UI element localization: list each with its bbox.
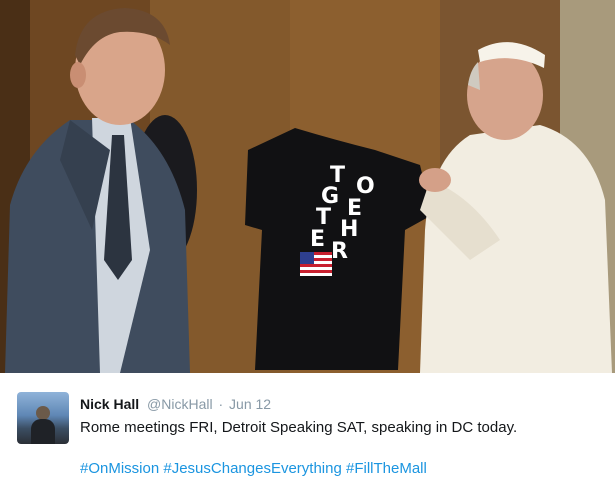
tweet-card: T O G E T H E R Nick Hall @NickHall · Ju… (0, 0, 615, 485)
tshirt-letter: R (331, 239, 348, 264)
tshirt-letter: E (310, 227, 325, 252)
pope-head (467, 50, 543, 140)
avatar-body (31, 419, 55, 444)
hashtag-link[interactable]: #JesusChangesEverything (163, 460, 341, 477)
separator-dot: · (218, 396, 224, 412)
tweet-text: Rome meetings FRI, Detroit Speaking SAT,… (80, 419, 518, 436)
avatar-head (36, 406, 50, 420)
author-name[interactable]: Nick Hall (80, 396, 139, 412)
tweet-date[interactable]: Jun 12 (229, 396, 271, 412)
hashtag-link[interactable]: #OnMission (80, 460, 159, 477)
author-handle[interactable]: @NickHall (147, 396, 213, 412)
tweet-body: Nick Hall @NickHall · Jun 12 Rome meetin… (0, 373, 615, 485)
us-flag-icon (300, 252, 332, 276)
man-ear (70, 62, 86, 88)
pope-hand (419, 168, 451, 192)
tweet-photo[interactable]: T O G E T H E R (0, 0, 615, 373)
hashtag-link[interactable]: #FillTheMall (346, 460, 427, 477)
avatar[interactable] (17, 392, 69, 444)
tweet-header: Nick Hall @NickHall · Jun 12 (80, 395, 271, 413)
hashtag-list: #OnMission #JesusChangesEverything #Fill… (80, 459, 600, 479)
pope-robe (420, 125, 612, 373)
photo-illustration: T O G E T H E R (0, 0, 615, 373)
